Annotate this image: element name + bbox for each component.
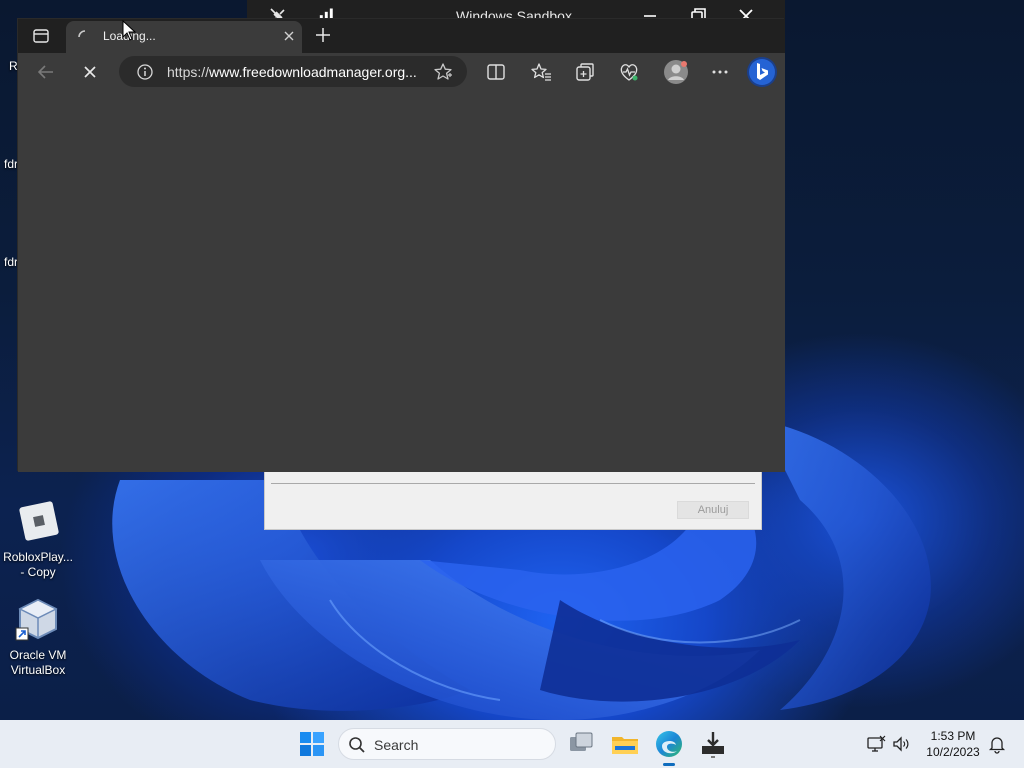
collections-icon[interactable] <box>574 61 596 83</box>
desktop-icon-label-partial[interactable]: fdr <box>4 255 18 269</box>
browser-essentials-icon[interactable] <box>618 61 640 83</box>
search-input[interactable]: Search <box>338 728 556 760</box>
file-explorer-icon[interactable] <box>609 728 641 760</box>
new-tab-icon[interactable] <box>314 26 332 44</box>
start-icon[interactable] <box>296 728 328 760</box>
virtualbox-icon <box>14 596 62 644</box>
search-icon <box>349 737 365 753</box>
desktop-icon-label-partial[interactable]: fdr <box>4 157 18 171</box>
task-view-icon[interactable] <box>565 728 597 760</box>
split-screen-icon[interactable] <box>485 61 507 83</box>
tab-actions-icon[interactable] <box>32 27 50 45</box>
dialog-separator <box>271 483 755 484</box>
page-viewport-blank[interactable] <box>18 91 785 472</box>
desktop-icon-label: Oracle VM VirtualBox <box>9 648 67 677</box>
url-text[interactable]: https://www.freedownloadmanager.org... <box>167 64 423 80</box>
roblox-icon <box>14 498 62 546</box>
stop-loading-icon[interactable] <box>79 61 101 83</box>
active-app-indicator <box>663 763 675 766</box>
notifications-bell-icon[interactable] <box>987 734 1007 754</box>
taskbar: Search 1:53 PM 10/2/2023 <box>0 720 1024 768</box>
back-icon[interactable] <box>35 61 57 83</box>
edge-browser-window: Loading... https://www.freedownloadmanag… <box>17 18 785 472</box>
favorites-icon[interactable] <box>530 61 552 83</box>
add-favorite-star-icon[interactable] <box>433 62 453 82</box>
url-scheme: https:// <box>167 64 210 80</box>
loading-spinner-icon <box>78 30 86 38</box>
more-options-icon[interactable] <box>709 61 731 83</box>
volume-icon[interactable] <box>891 734 911 754</box>
site-info-icon[interactable] <box>136 63 154 81</box>
tab-loading[interactable]: Loading... <box>66 21 302 53</box>
network-icon[interactable] <box>866 734 886 754</box>
browser-toolbar: https://www.freedownloadmanager.org... <box>18 53 785 91</box>
url-host: www.freedownloadmanager.org... <box>209 64 417 80</box>
clock-date: 10/2/2023 <box>926 745 980 759</box>
download-manager-icon[interactable] <box>697 728 729 760</box>
profile-icon[interactable] <box>663 59 689 85</box>
search-placeholder: Search <box>374 737 419 753</box>
desktop-icon-roblox[interactable]: RobloxPlay... - Copy <box>0 498 76 580</box>
address-bar[interactable]: https://www.freedownloadmanager.org... <box>119 56 467 87</box>
bing-copilot-icon[interactable] <box>746 56 778 88</box>
mouse-cursor-icon <box>122 20 136 41</box>
tab-close-icon[interactable] <box>282 29 296 43</box>
desktop-icon-virtualbox[interactable]: Oracle VM VirtualBox <box>0 596 76 678</box>
background-dialog: Anuluj <box>264 470 762 530</box>
cancel-button[interactable]: Anuluj <box>677 501 749 519</box>
taskbar-clock[interactable]: 1:53 PM 10/2/2023 <box>920 728 986 760</box>
clock-time: 1:53 PM <box>930 729 976 743</box>
desktop-icon-label: RobloxPlay... - Copy <box>3 550 73 579</box>
edge-icon[interactable] <box>653 728 685 760</box>
